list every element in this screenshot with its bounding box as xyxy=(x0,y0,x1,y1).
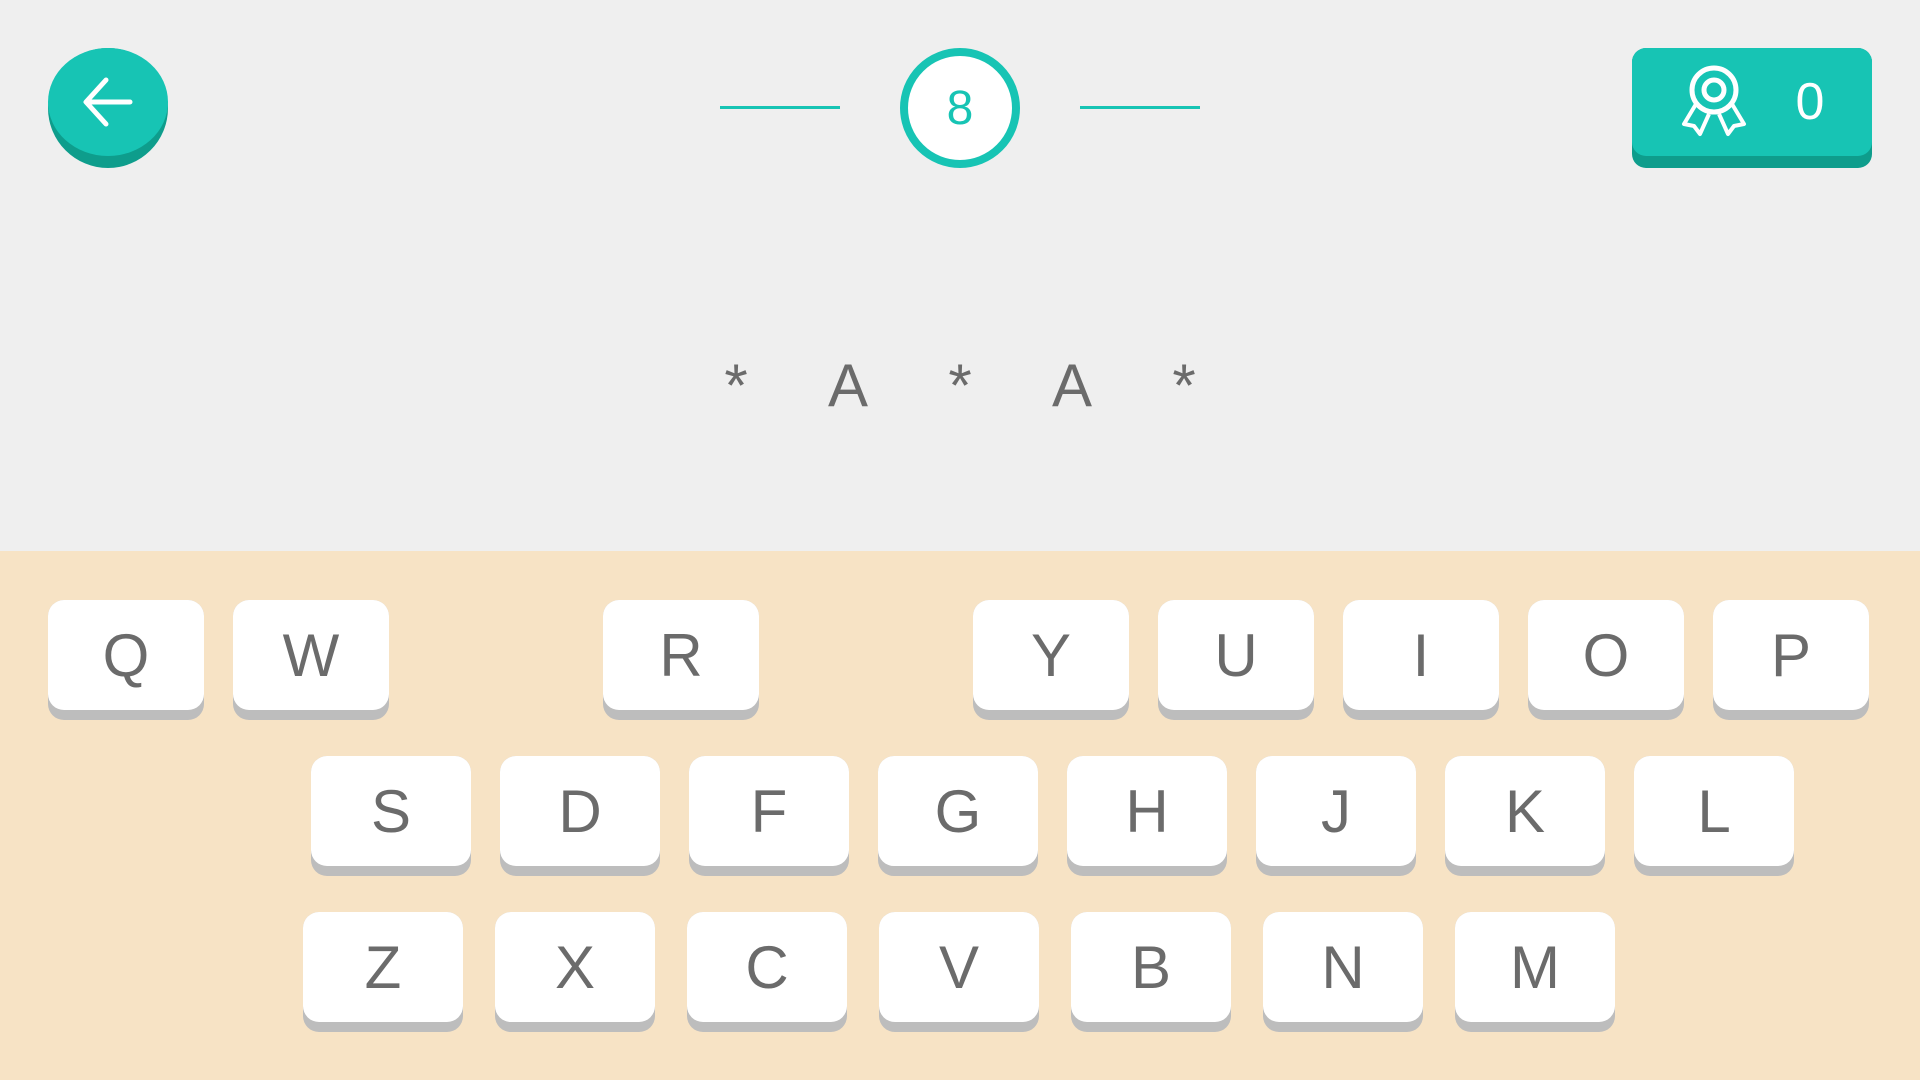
key-label: Q xyxy=(48,600,204,710)
key-label: I xyxy=(1343,600,1499,710)
key-label: S xyxy=(311,756,471,866)
key-label: N xyxy=(1263,912,1423,1022)
key-u[interactable]: U xyxy=(1158,600,1314,720)
key-o[interactable]: O xyxy=(1528,600,1684,720)
key-k[interactable]: K xyxy=(1445,756,1605,876)
key-label: D xyxy=(500,756,660,866)
key-label: J xyxy=(1256,756,1416,866)
key-c[interactable]: C xyxy=(687,912,847,1032)
award-ribbon-icon xyxy=(1676,64,1752,145)
key-n[interactable]: N xyxy=(1263,912,1423,1032)
key-label: C xyxy=(687,912,847,1022)
key-label: X xyxy=(495,912,655,1022)
key-m[interactable]: M xyxy=(1455,912,1615,1032)
puzzle-letter: A xyxy=(1051,352,1093,419)
game-screen: 8 0 * A * A * Q W R Y U I O P S D F G H J K xyxy=(0,0,1920,1080)
key-label: U xyxy=(1158,600,1314,710)
key-z[interactable]: Z xyxy=(303,912,463,1032)
level-badge: 8 xyxy=(900,48,1020,168)
score-button-face: 0 xyxy=(1632,48,1872,156)
key-label: Y xyxy=(973,600,1129,710)
key-i[interactable]: I xyxy=(1343,600,1499,720)
key-f[interactable]: F xyxy=(689,756,849,876)
key-p[interactable]: P xyxy=(1713,600,1869,720)
key-j[interactable]: J xyxy=(1256,756,1416,876)
key-h[interactable]: H xyxy=(1067,756,1227,876)
key-b[interactable]: B xyxy=(1071,912,1231,1032)
key-label: L xyxy=(1634,756,1794,866)
key-label: G xyxy=(878,756,1038,866)
level-line-left xyxy=(720,106,840,109)
key-label: R xyxy=(603,600,759,710)
key-label: Z xyxy=(303,912,463,1022)
puzzle-letter: A xyxy=(827,352,869,419)
key-label: B xyxy=(1071,912,1231,1022)
score-button[interactable]: 0 xyxy=(1632,48,1872,168)
key-label: M xyxy=(1455,912,1615,1022)
puzzle-letter: * xyxy=(948,352,972,419)
back-button-face xyxy=(48,48,168,156)
key-q[interactable]: Q xyxy=(48,600,204,720)
puzzle-letter: * xyxy=(1172,352,1196,419)
arrow-left-icon xyxy=(82,76,134,128)
key-g[interactable]: G xyxy=(878,756,1038,876)
key-v[interactable]: V xyxy=(879,912,1039,1032)
back-button[interactable] xyxy=(48,48,168,168)
key-y[interactable]: Y xyxy=(973,600,1129,720)
key-s[interactable]: S xyxy=(311,756,471,876)
score-value: 0 xyxy=(1795,73,1825,131)
key-label: P xyxy=(1713,600,1869,710)
key-label: H xyxy=(1067,756,1227,866)
key-d[interactable]: D xyxy=(500,756,660,876)
key-label: F xyxy=(689,756,849,866)
key-r[interactable]: R xyxy=(603,600,759,720)
puzzle-letter: * xyxy=(724,352,748,419)
key-l[interactable]: L xyxy=(1634,756,1794,876)
key-w[interactable]: W xyxy=(233,600,389,720)
key-x[interactable]: X xyxy=(495,912,655,1032)
key-label: V xyxy=(879,912,1039,1022)
key-label: W xyxy=(233,600,389,710)
key-label: O xyxy=(1528,600,1684,710)
level-line-right xyxy=(1080,106,1200,109)
level-number: 8 xyxy=(946,81,974,135)
puzzle-word: * A * A * xyxy=(0,350,1920,422)
key-label: K xyxy=(1445,756,1605,866)
